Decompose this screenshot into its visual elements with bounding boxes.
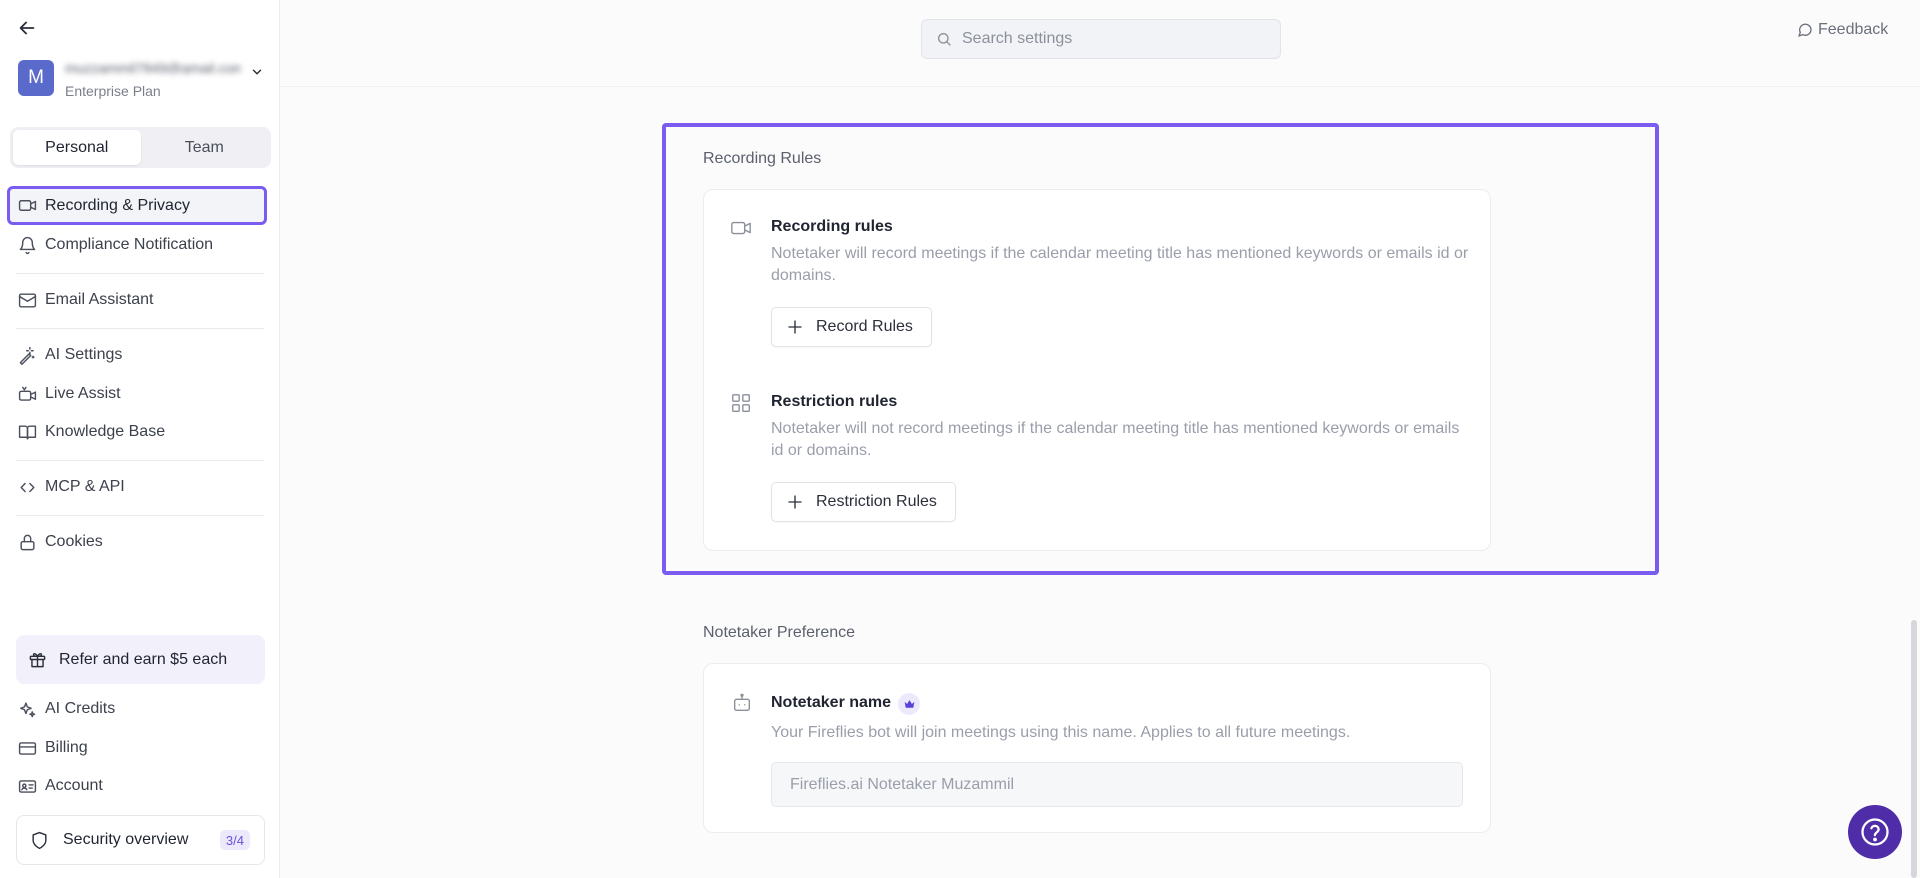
sidebar-item-mcp-api[interactable]: MCP & API	[10, 470, 268, 504]
divider	[16, 515, 264, 516]
sidebar-item-recording-privacy[interactable]: Recording & Privacy	[7, 186, 267, 225]
search-icon	[936, 31, 952, 47]
account-plan: Enterprise Plan	[65, 83, 161, 99]
open-book-icon	[18, 423, 37, 442]
sidebar-item-live-assist[interactable]: Live Assist	[10, 377, 268, 411]
notetaker-name-description: Your Fireflies bot will join meetings us…	[771, 724, 1351, 741]
sidebar-item-billing[interactable]: Billing	[10, 731, 268, 765]
chevron-down-icon[interactable]	[250, 65, 264, 79]
code-icon	[18, 478, 37, 497]
sidebar: M muzzammil7849@gmail.com Enterprise Pla…	[0, 0, 280, 878]
focus-highlight	[662, 123, 1659, 575]
sparkle-icon	[18, 700, 37, 719]
bell-icon	[18, 236, 37, 255]
account-switcher[interactable]: M muzzammil7849@gmail.com Enterprise Pla…	[18, 60, 268, 102]
search-input[interactable]	[962, 30, 1262, 48]
sidebar-item-label: AI Credits	[45, 700, 116, 717]
notetaker-preference-heading: Notetaker Preference	[703, 624, 856, 641]
credit-card-icon	[18, 739, 37, 758]
live-camera-icon	[18, 385, 37, 404]
sidebar-item-account[interactable]: Account	[10, 769, 268, 803]
sidebar-item-label: Recording & Privacy	[45, 196, 190, 214]
refer-banner[interactable]: Refer and earn $5 each	[16, 635, 265, 684]
sidebar-item-label: Live Assist	[45, 385, 121, 402]
refer-label: Refer and earn $5 each	[59, 650, 228, 668]
scrollbar[interactable]	[1911, 620, 1917, 878]
sidebar-item-label: MCP & API	[45, 478, 125, 495]
sidebar-item-label: Knowledge Base	[45, 423, 166, 440]
mail-icon	[18, 291, 37, 310]
sidebar-item-label: Billing	[45, 739, 88, 756]
notetaker-name-field[interactable]	[771, 762, 1463, 807]
sidebar-item-label: AI Settings	[45, 346, 123, 363]
security-progress-badge: 3/4	[219, 830, 250, 850]
sidebar-item-ai-settings[interactable]: AI Settings	[10, 338, 268, 372]
sidebar-item-label: Email Assistant	[45, 291, 154, 308]
tab-personal[interactable]: Personal	[13, 130, 141, 165]
lock-icon	[18, 533, 37, 552]
account-email: muzzammil7849@gmail.com	[65, 60, 240, 74]
tab-team[interactable]: Team	[141, 130, 269, 165]
question-mark-icon	[1860, 817, 1890, 847]
sidebar-item-knowledge-base[interactable]: Knowledge Base	[10, 415, 268, 449]
id-card-icon	[18, 777, 37, 796]
back-arrow-icon[interactable]	[16, 17, 38, 39]
sidebar-item-email-assistant[interactable]: Email Assistant	[10, 283, 268, 317]
chat-bubble-icon	[1797, 22, 1813, 38]
shield-icon	[30, 831, 49, 850]
feedback-label: Feedback	[1818, 21, 1889, 38]
sidebar-item-label: Compliance Notification	[45, 236, 214, 253]
video-camera-icon	[18, 196, 37, 215]
divider	[16, 273, 264, 274]
scope-toggle: Personal Team	[10, 127, 271, 168]
divider	[16, 460, 264, 461]
gift-icon	[28, 650, 47, 669]
sidebar-item-label: Account	[45, 777, 103, 794]
search-box[interactable]	[921, 19, 1281, 59]
sidebar-item-compliance[interactable]: Compliance Notification	[10, 228, 268, 262]
sidebar-item-ai-credits[interactable]: AI Credits	[10, 692, 268, 726]
security-overview-button[interactable]: Security overview 3/4	[16, 815, 265, 865]
help-button[interactable]	[1848, 805, 1902, 859]
security-overview-label: Security overview	[63, 831, 189, 848]
avatar: M	[18, 60, 54, 96]
feedback-link[interactable]: Feedback	[1797, 21, 1888, 39]
notetaker-preference-card	[703, 663, 1491, 833]
sidebar-item-cookies[interactable]: Cookies	[10, 525, 268, 559]
divider	[16, 328, 264, 329]
premium-crown-icon	[898, 693, 920, 715]
header-divider	[280, 86, 1920, 87]
bot-icon	[731, 692, 753, 714]
notetaker-name-title: Notetaker name	[771, 694, 892, 711]
sidebar-item-label: Cookies	[45, 533, 103, 550]
magic-wand-icon	[18, 346, 37, 365]
